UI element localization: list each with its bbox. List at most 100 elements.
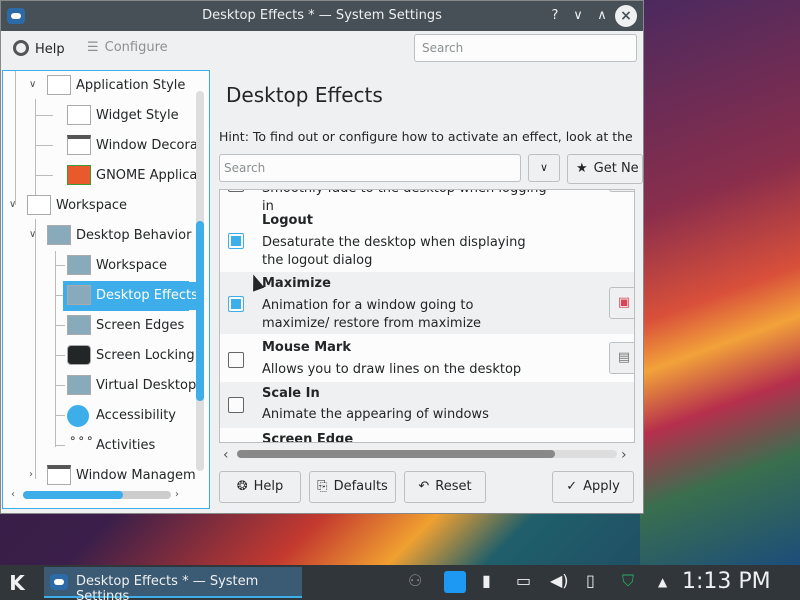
help-button-label: Help [253, 479, 284, 494]
lifebuoy-icon: ❂ [236, 479, 248, 494]
expand-arrow-icon[interactable]: ∨ [9, 199, 16, 210]
security-shield-icon[interactable]: ⛉ [622, 571, 634, 591]
effect-name: Mouse Mark [262, 340, 351, 355]
undo-icon: ↶ [418, 479, 430, 494]
effects-search-input[interactable]: Search [219, 154, 521, 182]
get-new-effects-button[interactable]: ★ Get Ne [567, 154, 643, 184]
sidebar-item-application-style[interactable]: Application Style [76, 72, 185, 100]
workspace-behavior-icon [67, 255, 91, 275]
effect-description: Animation for a window going to maximize… [262, 298, 482, 331]
download-star-icon: ★ [576, 161, 588, 176]
chevron-down-icon: ∨ [539, 161, 549, 174]
effect-checkbox[interactable] [228, 296, 244, 312]
clipboard-icon[interactable]: ▭ [516, 571, 531, 590]
help-button[interactable]: ❂ Help [219, 471, 301, 503]
effect-checkbox[interactable] [228, 233, 244, 249]
configure-icon: ▤ [617, 350, 631, 365]
sidebar-search-input[interactable]: Search [414, 34, 637, 62]
help-menu-label: Help [35, 42, 65, 57]
filter-dropdown-button[interactable]: ∨ [528, 154, 560, 182]
configure-button[interactable]: ☰ Configure [87, 40, 168, 55]
effect-name: Screen Edge [262, 432, 354, 443]
desktop-effects-icon [67, 285, 91, 305]
scroll-right-icon[interactable]: › [621, 447, 627, 463]
sidebar-horizontal-scroll-thumb[interactable] [23, 491, 123, 499]
taskbar: K Desktop Effects * — System Settings ⚇ … [0, 565, 800, 600]
clock[interactable]: 1:13 PM [682, 569, 771, 594]
taskbar-task-system-settings[interactable]: Desktop Effects * — System Settings [44, 567, 302, 600]
reset-button-label: Reset [435, 479, 472, 494]
sidebar-tree: ∨ Application Style Widget Style Window … [2, 70, 210, 509]
user-switcher-icon[interactable]: ⚇ [408, 571, 422, 590]
apply-button[interactable]: ✓ Apply [552, 471, 634, 503]
effect-checkbox[interactable] [228, 397, 244, 413]
effect-checkbox[interactable] [228, 190, 244, 192]
expand-arrow-icon[interactable]: ∨ [29, 229, 36, 240]
tray-expand-icon[interactable]: ▲ [658, 575, 667, 589]
sidebar-item-workspace[interactable]: Workspace [56, 192, 127, 220]
sidebar-item-virtual-desktops[interactable]: Virtual Desktop [96, 372, 196, 400]
collapse-arrow-icon[interactable]: › [29, 469, 33, 480]
window-titlebar[interactable]: Desktop Effects * — System Settings ? ∨ … [1, 1, 643, 31]
screen-locking-icon [67, 345, 91, 365]
scroll-left-icon[interactable]: ‹ [223, 447, 229, 463]
sidebar-item-desktop-effects[interactable]: Desktop Effects [96, 282, 198, 310]
sidebar-item-workspace-behavior[interactable]: Workspace [96, 252, 167, 280]
effect-configure-button[interactable]: ▤ [609, 342, 634, 374]
list-item: Logout Desaturate the desktop when displ… [220, 206, 634, 272]
context-help-button[interactable]: ? [546, 7, 564, 25]
sidebar-vertical-scroll-thumb[interactable] [196, 221, 204, 401]
widget-style-icon [67, 105, 91, 125]
list-item: Maximize Animation for a window going to… [220, 272, 634, 334]
sidebar-item-window-decorations[interactable]: Window Decora [96, 132, 198, 160]
scroll-right-icon[interactable]: › [175, 489, 179, 500]
effect-name: Maximize [262, 276, 331, 291]
sidebar-item-window-management[interactable]: Window Managem [76, 462, 196, 490]
virtual-desktops-icon [67, 375, 91, 395]
defaults-button-label: Defaults [333, 479, 388, 494]
settings-window: Desktop Effects * — System Settings ? ∨ … [0, 0, 644, 514]
accessibility-icon [67, 405, 89, 427]
toolbar: Help ☰ Configure Search [1, 31, 643, 67]
gnome-applications-icon [67, 165, 91, 185]
taskbar-task-label: Desktop Effects * — System Settings [76, 574, 259, 600]
effect-description: Animate the appearing of windows [262, 407, 489, 422]
sidebar-horizontal-scrollbar[interactable] [23, 491, 171, 499]
desktop-wallpaper [640, 0, 800, 565]
list-item: Mouse Mark Allows you to draw lines on t… [220, 334, 634, 382]
list-scroll-track[interactable] [237, 450, 617, 458]
sidebar-item-accessibility[interactable]: Accessibility [96, 402, 176, 430]
minimize-button[interactable]: ∨ [569, 7, 587, 25]
list-item: Scale In Animate the appearing of window… [220, 382, 634, 428]
system-settings-icon [50, 574, 68, 590]
sidebar-item-gnome-applications[interactable]: GNOME Applica [96, 162, 197, 190]
sidebar-item-widget-style[interactable]: Widget Style [96, 102, 179, 130]
application-launcher-icon[interactable]: K [4, 571, 30, 595]
sidebar-item-screen-locking[interactable]: Screen Locking [96, 342, 195, 370]
software-center-icon[interactable] [444, 571, 466, 593]
usb-device-icon[interactable]: ▮ [482, 571, 491, 590]
hamburger-icon: ☰ [87, 40, 99, 55]
apply-button-label: Apply [583, 479, 620, 494]
activities-icon: ∘∘∘ [69, 431, 95, 445]
network-icon[interactable]: ▯ [586, 571, 595, 590]
effect-configure-button[interactable] [609, 190, 634, 192]
workspace-icon [27, 195, 51, 215]
sidebar-item-screen-edges[interactable]: Screen Edges [96, 312, 184, 340]
volume-icon[interactable]: ◀) [550, 571, 569, 590]
sidebar-item-desktop-behavior[interactable]: Desktop Behavior [76, 222, 191, 250]
scroll-left-icon[interactable]: ‹ [11, 489, 15, 500]
expand-arrow-icon[interactable]: ∨ [29, 79, 36, 90]
application-style-icon [47, 75, 71, 95]
list-scroll-thumb[interactable] [237, 450, 555, 458]
help-menu-button[interactable]: Help [13, 40, 65, 57]
maximize-button[interactable]: ∧ [593, 7, 611, 25]
effect-checkbox[interactable] [228, 352, 244, 368]
close-button[interactable]: × [615, 5, 637, 27]
defaults-button[interactable]: ⎘ Defaults [309, 471, 396, 503]
sidebar-vertical-scrollbar[interactable] [196, 91, 204, 471]
effect-video-button[interactable]: ▣ [609, 287, 634, 319]
reset-button[interactable]: ↶ Reset [404, 471, 486, 503]
sidebar-item-activities[interactable]: Activities [96, 432, 155, 460]
list-horizontal-scrollbar[interactable]: ‹ › [219, 445, 635, 463]
